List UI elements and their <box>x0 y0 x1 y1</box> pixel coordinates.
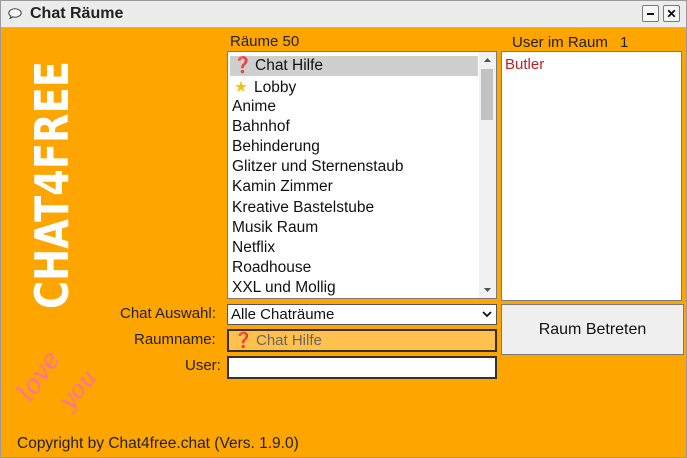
chevron-down-icon <box>482 311 492 318</box>
title-bar: Chat Räume <box>1 1 686 28</box>
room-label: Glitzer und Sternenstaub <box>232 158 404 175</box>
room-label: Lobby <box>254 79 297 96</box>
room-label: Kamin Zimmer <box>232 178 333 195</box>
minimize-icon <box>647 13 654 15</box>
user-item-butler[interactable]: Butler <box>505 56 544 73</box>
room-label: Bahnhof <box>232 118 290 135</box>
room-item-roadhouse[interactable]: Roadhouse <box>232 258 311 278</box>
user-list[interactable]: Butler <box>501 51 682 301</box>
room-item-netflix[interactable]: Netflix <box>232 238 275 258</box>
chat-select-dropdown[interactable]: Alle Chaträume <box>227 304 497 325</box>
user-input[interactable] <box>227 356 497 379</box>
room-label: Roadhouse <box>232 259 312 276</box>
room-item-glitzer[interactable]: Glitzer und Sternenstaub <box>232 157 403 177</box>
room-list[interactable]: ❓ Chat Hilfe ★ Lobby Anime Bahnhof Behinde… <box>227 51 497 299</box>
roomname-label: Raumname: <box>134 331 216 348</box>
minimize-button[interactable] <box>642 5 659 22</box>
room-label: Kreative Bastelstube <box>232 199 375 216</box>
chat-bubble-icon <box>8 8 22 19</box>
room-item-lobby[interactable]: ★ Lobby <box>232 78 296 98</box>
roomname-field[interactable]: ❓ Chat Hilfe <box>227 329 497 352</box>
user-label: User: <box>185 357 221 374</box>
love-you-neon-image: love you <box>15 346 102 415</box>
chat-select-value: Alle Chaträume <box>231 306 335 323</box>
close-icon <box>667 9 676 18</box>
close-button[interactable] <box>663 5 680 22</box>
room-item-musik-raum[interactable]: Musik Raum <box>232 218 318 238</box>
logo-text: CHAT4FREE <box>25 61 79 309</box>
room-label: Netflix <box>232 239 276 256</box>
question-icon: ❓ <box>233 57 253 74</box>
scroll-up-arrow-icon[interactable] <box>479 52 496 68</box>
room-item-kamin-zimmer[interactable]: Kamin Zimmer <box>232 177 333 197</box>
room-label: Behinderung <box>232 138 320 155</box>
star-icon: ★ <box>234 79 248 96</box>
room-item-behinderung[interactable]: Behinderung <box>232 137 320 157</box>
room-item-chat-hilfe[interactable]: ❓ Chat Hilfe <box>230 56 478 76</box>
room-list-scrollbar[interactable] <box>479 52 496 298</box>
enter-room-button[interactable]: Raum Betreten <box>501 304 684 355</box>
room-item-kreative-bastelstube[interactable]: Kreative Bastelstube <box>232 198 374 218</box>
roomname-value: Chat Hilfe <box>256 332 322 349</box>
room-item-bahnhof[interactable]: Bahnhof <box>232 117 290 137</box>
chat4free-logo: CHAT4FREE <box>25 61 79 309</box>
room-label: XXL und Mollig <box>232 279 336 296</box>
scrollbar-thumb[interactable] <box>481 69 493 120</box>
question-icon: ❓ <box>234 332 253 349</box>
room-label: Chat Hilfe <box>255 57 324 74</box>
users-count: 1 <box>620 34 629 51</box>
chat-rooms-window: Chat Räume CHAT4FREE love you Räume 50 U… <box>0 0 687 458</box>
rooms-header: Räume 50 <box>230 33 300 50</box>
room-label: Musik Raum <box>232 219 319 236</box>
copyright-text: Copyright by Chat4free.chat (Vers. 1.9.0… <box>17 435 299 452</box>
room-item-xxl-und-mollig[interactable]: XXL und Mollig <box>232 278 336 298</box>
chat-select-label: Chat Auswahl: <box>120 305 216 322</box>
scroll-down-arrow-icon[interactable] <box>479 282 496 298</box>
users-header: User im Raum <box>512 34 608 51</box>
window-title: Chat Räume <box>30 5 124 22</box>
room-item-anime[interactable]: Anime <box>232 97 276 117</box>
room-label: Anime <box>232 98 276 115</box>
